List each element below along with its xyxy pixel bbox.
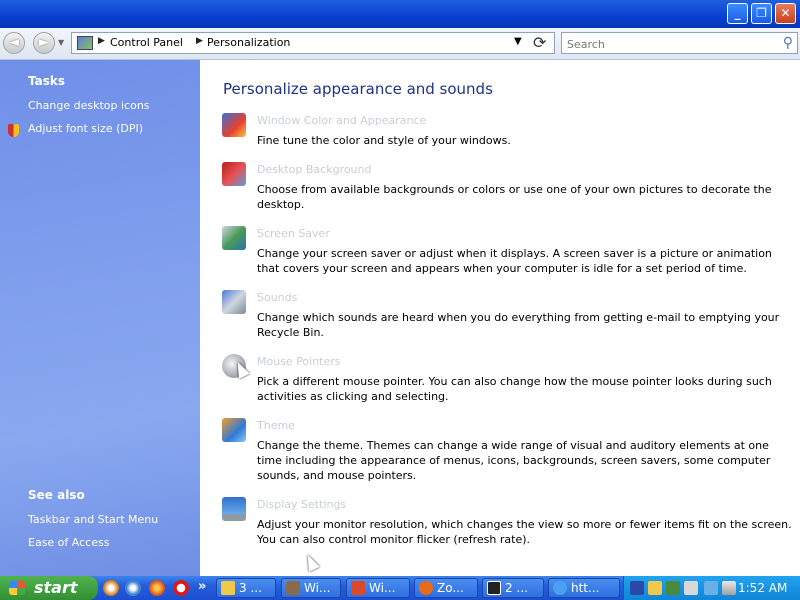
taskbar-label: htt... — [571, 581, 600, 595]
taskbar-button-wi-1[interactable]: Wi... — [281, 578, 341, 598]
internet-explorer-icon[interactable] — [125, 580, 141, 596]
display-settings-description: Adjust your monitor resolution, which ch… — [257, 518, 792, 546]
clock[interactable]: 1:52 AM — [738, 581, 787, 595]
taskbar-label: Wi... — [304, 581, 331, 595]
mouse-pointers-link[interactable]: Mouse Pointers — [257, 355, 341, 368]
tray-app-icon[interactable] — [648, 581, 662, 595]
recent-pages-dropdown-icon[interactable]: ▼ — [58, 38, 64, 47]
ease-of-access-link[interactable]: Ease of Access — [28, 536, 109, 549]
taskbar-label: 2 ... — [505, 581, 528, 595]
display-settings-link[interactable]: Display Settings — [257, 498, 346, 511]
tasks-heading: Tasks — [28, 74, 66, 88]
adjust-font-size-link[interactable]: Adjust font size (DPI) — [28, 122, 143, 135]
taskbar-label: Zo... — [437, 581, 464, 595]
breadcrumb-arrow-icon[interactable]: ▶ — [196, 36, 203, 46]
chevron-down-icon[interactable]: ▼ — [514, 36, 522, 47]
folder-icon — [221, 581, 235, 595]
monitor-icon[interactable] — [222, 497, 246, 521]
firefox-icon[interactable] — [149, 580, 165, 596]
desktop-background-link[interactable]: Desktop Background — [257, 163, 372, 176]
search-input[interactable] — [565, 35, 769, 53]
address-bar[interactable]: ▶ Control Panel ▶ Personalization ▼ ⟳ — [71, 32, 555, 54]
internet-explorer-icon — [553, 581, 567, 595]
window-color-icon[interactable] — [222, 113, 246, 137]
taskbar-label: Wi... — [369, 581, 396, 595]
window-color-link[interactable]: Window Color and Appearance — [257, 114, 426, 127]
taskbar-label: 3 ... — [239, 581, 262, 595]
page-title: Personalize appearance and sounds — [223, 80, 493, 98]
refresh-icon[interactable]: ⟳ — [533, 33, 546, 52]
start-button[interactable]: start — [0, 576, 98, 600]
taskbar-button-ie[interactable]: htt... — [548, 578, 620, 598]
app-icon — [286, 581, 300, 595]
sounds-description: Change which sounds are heard when you d… — [257, 311, 780, 339]
breadcrumb-personalization[interactable]: Personalization — [207, 36, 290, 49]
maximize-button[interactable]: ❐ — [751, 3, 772, 24]
forward-button[interactable]: ► — [33, 32, 55, 54]
sounds-icon[interactable] — [222, 290, 246, 314]
window-color-description: Fine tune the color and style of your wi… — [257, 134, 511, 147]
volume-muted-icon[interactable] — [722, 581, 736, 595]
desktop-background-description: Choose from available backgrounds or col… — [257, 183, 772, 211]
tray-app-icon[interactable] — [630, 581, 644, 595]
change-desktop-icons-link[interactable]: Change desktop icons — [28, 99, 150, 112]
network-icon[interactable] — [704, 581, 718, 595]
taskbar-button-folder[interactable]: 3 ... — [216, 578, 276, 598]
windows-logo-icon — [9, 581, 25, 595]
sounds-link[interactable]: Sounds — [257, 291, 297, 304]
quicklaunch-app-icon[interactable] — [103, 580, 119, 596]
screen-saver-icon[interactable] — [222, 226, 246, 250]
screen-saver-link[interactable]: Screen Saver — [257, 227, 330, 240]
breadcrumb-control-panel[interactable]: Control Panel — [110, 36, 183, 49]
start-label: start — [34, 578, 78, 597]
taskbar: start » 3 ... Wi... Wi... Zo... 2 ... ht… — [0, 576, 800, 600]
theme-link[interactable]: Theme — [257, 419, 295, 432]
window-titlebar[interactable]: _ ❐ ✕ — [0, 0, 800, 28]
search-box[interactable]: ⚲ — [561, 32, 798, 54]
task-pane: Tasks Change desktop icons Adjust font s… — [0, 60, 200, 576]
screen-saver-description: Change your screen saver or adjust when … — [257, 247, 772, 275]
tray-app-icon[interactable] — [666, 581, 680, 595]
mouse-cursor-icon — [302, 552, 320, 572]
close-button[interactable]: ✕ — [775, 3, 796, 24]
desktop-background-icon[interactable] — [222, 162, 246, 186]
app-icon — [351, 581, 365, 595]
taskbar-start-menu-link[interactable]: Taskbar and Start Menu — [28, 513, 158, 526]
breadcrumb-arrow-icon[interactable]: ▶ — [98, 36, 105, 46]
theme-description: Change the theme. Themes can change a wi… — [257, 439, 771, 482]
minimize-button[interactable]: _ — [727, 3, 748, 24]
search-icon[interactable]: ⚲ — [783, 35, 793, 51]
opera-icon[interactable] — [173, 580, 189, 596]
navigation-bar: ◄ ► ▼ ▶ Control Panel ▶ Personalization … — [0, 28, 800, 60]
7zip-icon — [487, 581, 501, 595]
control-panel-icon — [77, 36, 93, 50]
firefox-icon — [419, 581, 433, 595]
tray-app-icon[interactable] — [684, 581, 698, 595]
mouse-pointers-description: Pick a different mouse pointer. You can … — [257, 375, 772, 403]
quicklaunch-more-icon[interactable]: » — [198, 579, 206, 594]
taskbar-button-wi-2[interactable]: Wi... — [346, 578, 410, 598]
uac-shield-icon — [8, 124, 19, 137]
see-also-heading: See also — [28, 488, 85, 502]
taskbar-button-7zip[interactable]: 2 ... — [482, 578, 544, 598]
theme-icon[interactable] — [222, 418, 246, 442]
taskbar-button-zo[interactable]: Zo... — [414, 578, 478, 598]
back-button[interactable]: ◄ — [3, 32, 25, 54]
